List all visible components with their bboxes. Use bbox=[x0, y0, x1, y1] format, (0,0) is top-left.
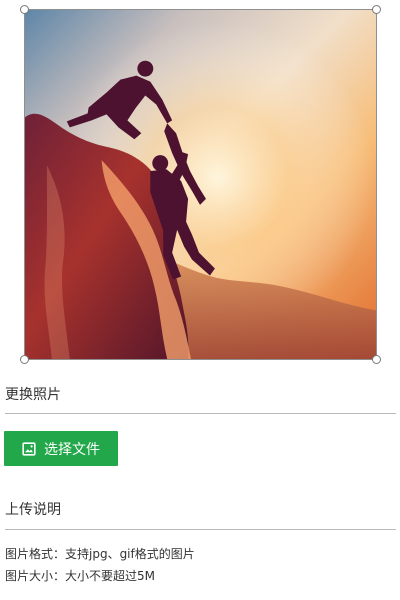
avatar-upload-page: 更换照片 选择文件 上传说明 图片格式：支持jpg、gif格式的图片 图片大小：… bbox=[0, 0, 400, 600]
upload-instructions-divider bbox=[5, 529, 396, 530]
image-crop-frame[interactable] bbox=[20, 5, 381, 364]
change-photo-divider bbox=[5, 413, 396, 414]
image-size-note: 图片大小：大小不要超过5M bbox=[5, 569, 155, 583]
crop-handle-bottom-left[interactable] bbox=[20, 355, 29, 364]
crop-handle-top-right[interactable] bbox=[372, 5, 381, 14]
climbers-photo bbox=[25, 10, 376, 359]
crop-handle-top-left[interactable] bbox=[20, 5, 29, 14]
crop-handle-bottom-right[interactable] bbox=[372, 355, 381, 364]
change-photo-heading: 更换照片 bbox=[5, 387, 61, 403]
choose-file-button[interactable]: 选择文件 bbox=[4, 431, 118, 466]
choose-file-label: 选择文件 bbox=[44, 441, 100, 458]
image-format-note: 图片格式：支持jpg、gif格式的图片 bbox=[5, 547, 195, 561]
upload-instructions-heading: 上传说明 bbox=[5, 502, 61, 518]
image-icon bbox=[22, 441, 36, 456]
